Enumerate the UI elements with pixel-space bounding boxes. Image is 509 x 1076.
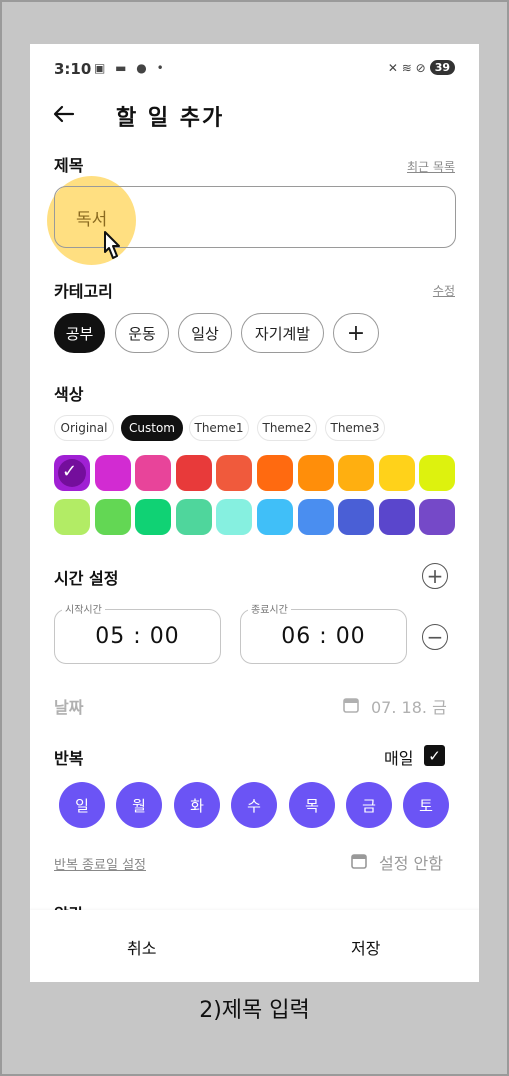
remove-time-icon[interactable]: − bbox=[422, 624, 448, 650]
category-label: 카테고리 bbox=[54, 282, 113, 301]
color-swatch[interactable] bbox=[216, 455, 253, 491]
start-time-field[interactable]: 05 : 00 bbox=[54, 609, 221, 664]
day-wed[interactable]: 수 bbox=[231, 782, 277, 828]
daily-label: 매일 bbox=[384, 749, 414, 768]
category-chip-daily[interactable]: 일상 bbox=[178, 313, 232, 353]
theme-tab-original[interactable]: Original bbox=[54, 415, 114, 441]
repeat-label: 반복 bbox=[54, 749, 84, 768]
color-swatch[interactable] bbox=[94, 455, 131, 491]
alarm-label: 알람 bbox=[54, 901, 83, 910]
color-swatch[interactable] bbox=[94, 499, 131, 535]
color-swatch[interactable] bbox=[378, 455, 415, 491]
start-time-caption: 시작시간 bbox=[62, 601, 105, 616]
notification-icons: ▣ ▬ ● • bbox=[94, 61, 167, 75]
status-bar: 3:10 ▣ ▬ ● • ✕ ≋ ⊘ 39 bbox=[30, 44, 479, 94]
title-label: 제목 bbox=[54, 156, 84, 175]
signal-icons: ✕ ≋ ⊘ bbox=[387, 60, 426, 75]
color-swatch[interactable] bbox=[175, 499, 212, 535]
day-mon[interactable]: 월 bbox=[116, 782, 162, 828]
color-swatch[interactable]: ✓ bbox=[54, 455, 90, 491]
color-swatch[interactable] bbox=[257, 499, 293, 535]
color-swatch[interactable] bbox=[297, 499, 334, 535]
color-swatch[interactable] bbox=[135, 499, 172, 535]
save-button[interactable]: 저장 bbox=[351, 935, 380, 959]
color-swatch[interactable] bbox=[175, 455, 212, 491]
day-tue[interactable]: 화 bbox=[174, 782, 220, 828]
mouse-pointer-icon bbox=[104, 231, 120, 259]
color-swatch[interactable] bbox=[257, 455, 293, 491]
color-swatch[interactable] bbox=[338, 455, 375, 491]
battery-icon: 39 bbox=[429, 60, 455, 75]
category-chip-study[interactable]: 공부 bbox=[54, 313, 105, 353]
calendar-icon bbox=[343, 698, 359, 713]
day-thu[interactable]: 목 bbox=[289, 782, 335, 828]
category-chip-selfdev[interactable]: 자기계발 bbox=[241, 313, 324, 353]
time-setting-label: 시간 설정 bbox=[54, 569, 119, 588]
theme-tab-theme2[interactable]: Theme2 bbox=[257, 415, 317, 441]
color-label: 색상 bbox=[54, 385, 84, 404]
date-value[interactable]: 07. 18. 금 bbox=[371, 694, 447, 718]
color-swatch[interactable] bbox=[297, 455, 334, 491]
phone-screen: 3:10 ▣ ▬ ● • ✕ ≋ ⊘ 39 할 일 추가 제목 최근 목록 카테… bbox=[30, 44, 479, 982]
add-category-button[interactable]: + bbox=[333, 313, 379, 353]
day-sat[interactable]: 토 bbox=[403, 782, 449, 828]
color-swatch[interactable] bbox=[216, 499, 253, 535]
category-chip-exercise[interactable]: 운동 bbox=[115, 313, 169, 353]
day-fri[interactable]: 금 bbox=[346, 782, 392, 828]
color-swatch[interactable] bbox=[338, 499, 375, 535]
cancel-button[interactable]: 취소 bbox=[127, 935, 156, 959]
color-swatch[interactable] bbox=[419, 499, 456, 535]
theme-tab-theme1[interactable]: Theme1 bbox=[189, 415, 249, 441]
day-sun[interactable]: 일 bbox=[59, 782, 105, 828]
system-icons: ✕ ≋ ⊘ 39 bbox=[388, 60, 455, 75]
recent-list-link[interactable]: 최근 목록 bbox=[407, 158, 455, 175]
calendar-icon bbox=[351, 854, 367, 869]
add-time-icon[interactable]: + bbox=[422, 563, 448, 589]
page-title: 할 일 추가 bbox=[116, 106, 225, 131]
daily-checkbox[interactable]: ✓ bbox=[424, 745, 445, 766]
theme-tab-custom[interactable]: Custom bbox=[121, 415, 183, 441]
end-time-caption: 종료시간 bbox=[248, 601, 291, 616]
category-edit-link[interactable]: 수정 bbox=[433, 282, 455, 299]
theme-tab-theme3[interactable]: Theme3 bbox=[325, 415, 385, 441]
step-caption: 2)제목 입력 bbox=[199, 998, 310, 1023]
bottom-action-bar: 취소 저장 bbox=[30, 910, 479, 982]
color-swatch[interactable] bbox=[378, 499, 415, 535]
date-label: 날짜 bbox=[54, 698, 84, 717]
repeat-end-value[interactable]: 설정 안함 bbox=[379, 850, 443, 874]
repeat-end-link[interactable]: 반복 종료일 설정 bbox=[54, 854, 146, 873]
status-time: 3:10 bbox=[54, 60, 92, 78]
back-arrow-icon[interactable] bbox=[52, 102, 76, 126]
color-swatch[interactable] bbox=[135, 455, 172, 491]
end-time-field[interactable]: 06 : 00 bbox=[240, 609, 407, 664]
check-icon: ✓ bbox=[62, 461, 78, 482]
color-swatch[interactable] bbox=[419, 455, 456, 491]
color-swatch[interactable] bbox=[54, 499, 90, 535]
